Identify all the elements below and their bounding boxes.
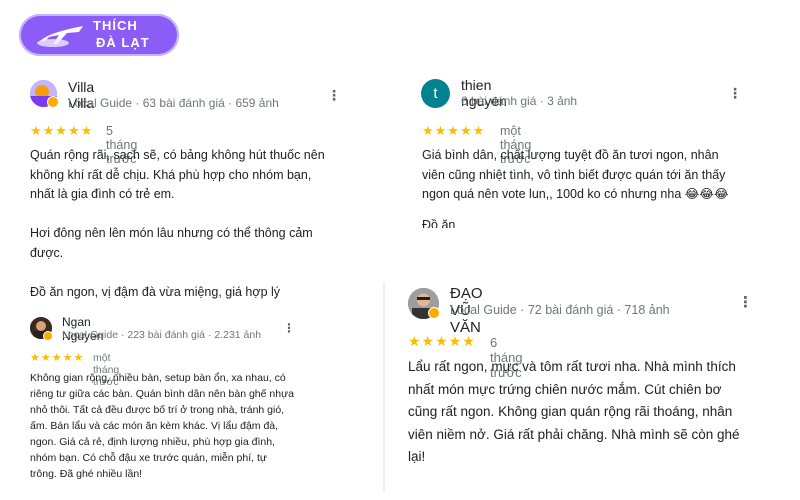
brand-line-2: ĐÀ LẠT (96, 35, 150, 50)
clipped-text: Đồ ăn (422, 218, 456, 228)
avatar[interactable]: t (421, 79, 450, 108)
reviewer-meta: 6 bài đánh giá · 3 ảnh (461, 94, 578, 108)
review-text-clipped: Đồ ăn (420, 218, 540, 228)
review-text: Không gian rộng, nhiều bàn, setup bàn ổn… (30, 372, 294, 480)
local-guide-badge-icon (428, 307, 440, 319)
review-text: Giá bình dân, chất lượng tuyệt đồ ăn tươ… (422, 148, 729, 201)
review-text: Quán rộng rãi, sạch sẽ, có bảng không hú… (30, 148, 325, 299)
more-options-icon[interactable]: ⋮ (283, 321, 295, 335)
local-guide-badge-icon (43, 331, 53, 341)
more-options-icon[interactable]: ⋮ (728, 85, 742, 102)
more-options-icon[interactable]: ⋮ (738, 293, 753, 311)
reviewer-meta: Local Guide · 72 bài đánh giá · 718 ảnh (450, 303, 670, 317)
divider (383, 282, 385, 492)
local-guide-badge-icon (47, 96, 59, 108)
review-text: Lẩu rất ngon, mực và tôm rất tươi nha. N… (408, 359, 740, 464)
brand-line-1: THÍCH (93, 18, 138, 33)
reviewer-meta: Local Guide · 63 bài đánh giá · 659 ảnh (68, 96, 279, 110)
brand-logo: THÍCH ĐÀ LẠT (19, 14, 179, 56)
airplane-icon (37, 26, 83, 47)
star-rating: ★★★★★ (408, 333, 476, 349)
reviewer-meta: Local Guide · 223 bài đánh giá · 2.231 ả… (62, 329, 262, 341)
star-rating: ★★★★★ (30, 123, 94, 138)
more-options-icon[interactable]: ⋮ (327, 87, 341, 104)
star-rating: ★★★★★ (30, 352, 85, 364)
star-rating: ★★★★★ (422, 123, 486, 138)
